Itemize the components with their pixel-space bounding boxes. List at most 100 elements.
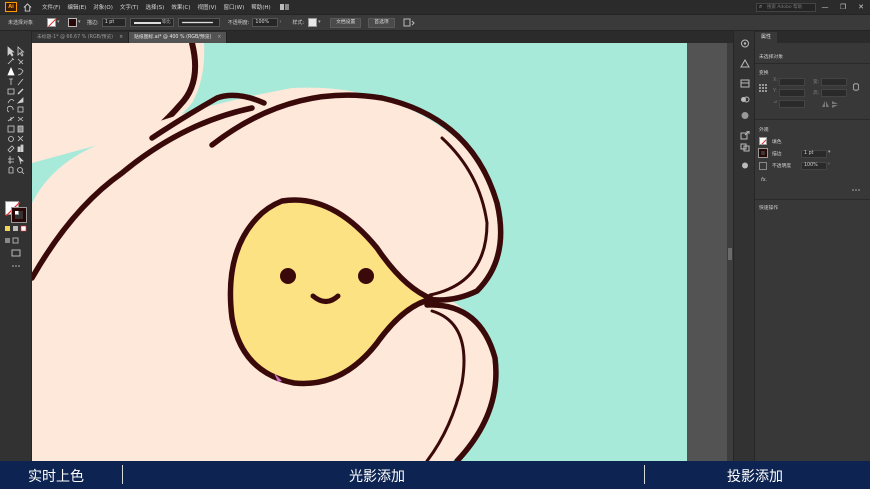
tab-untitled-1[interactable]: 未标题-1* @ 66.67 % (RGB/预览) × xyxy=(32,32,130,43)
menu-edit[interactable]: 编辑(E) xyxy=(67,3,86,11)
close-window-button[interactable]: ✕ xyxy=(852,3,870,11)
flip-vertical-icon[interactable] xyxy=(831,100,839,108)
y-field[interactable] xyxy=(779,89,805,97)
caption-divider xyxy=(122,465,123,484)
brushes-panel-icon[interactable] xyxy=(740,95,750,104)
artboards-panel-icon[interactable] xyxy=(740,143,750,152)
stroke-label[interactable]: 描边: xyxy=(87,19,99,26)
layers-panel-icon[interactable] xyxy=(740,111,750,120)
home-icon[interactable] xyxy=(23,2,32,12)
canvas-area[interactable] xyxy=(32,43,733,461)
caption-drop-shadow: 投影添加 xyxy=(727,469,783,485)
menu-file[interactable]: 文件(F) xyxy=(42,3,60,11)
workspace-switcher-icon[interactable] xyxy=(279,3,291,11)
caption-live-paint: 实时上色 xyxy=(28,469,84,485)
width-label: 宽: xyxy=(813,80,820,85)
reference-point-icon[interactable] xyxy=(759,84,767,92)
color-panel-icon[interactable] xyxy=(740,39,750,48)
style-label: 样式: xyxy=(292,20,305,26)
x-label: X: xyxy=(773,78,778,83)
menu-window[interactable]: 窗口(W) xyxy=(224,3,245,11)
menu-object[interactable]: 对象(O) xyxy=(93,3,113,11)
menu-effect[interactable]: 效果(C) xyxy=(171,3,190,11)
chevron-right-icon[interactable]: › xyxy=(828,162,830,167)
fill-label: 填色 xyxy=(772,140,782,145)
panel-dock xyxy=(733,31,755,461)
width-field[interactable] xyxy=(821,78,847,86)
properties-panel-tabs: 属性 xyxy=(755,31,870,43)
more-tools-icon[interactable] xyxy=(12,263,20,269)
app-logo: Ai xyxy=(5,2,17,12)
stroke-weight-field-panel[interactable]: 1 pt xyxy=(801,150,827,158)
tab-sticker-icon-doc[interactable]: 贴纸图标.ai* @ 400 % (RGB/预览) × xyxy=(129,32,228,43)
menu-type[interactable]: 文字(T) xyxy=(120,3,139,11)
tab-label: 未标题-1* @ 66.67 % (RGB/预览) xyxy=(37,35,114,40)
swatches-panel-icon[interactable] xyxy=(740,59,750,68)
tool-icons-group[interactable] xyxy=(7,35,25,195)
fill-swatch[interactable] xyxy=(47,18,57,27)
stroke-color-box[interactable] xyxy=(11,207,27,223)
tab-label: 贴纸图标.ai* @ 400 % (RGB/预览) xyxy=(134,35,212,40)
stroke-swatch[interactable] xyxy=(68,18,78,27)
rotate-icon[interactable]: ⊿ xyxy=(773,100,777,105)
selection-status: 未选择对象 xyxy=(8,20,34,26)
transform-section-title: 变换 xyxy=(759,71,769,76)
right-eye xyxy=(358,268,374,284)
more-options-icon[interactable] xyxy=(852,186,860,194)
color-mode-icons[interactable] xyxy=(4,225,28,233)
appearance-panel-icon[interactable] xyxy=(740,161,750,170)
variable-width-profile-select[interactable]: 等比 xyxy=(129,18,174,27)
height-field[interactable] xyxy=(821,89,847,97)
close-tab-icon[interactable]: × xyxy=(217,35,221,40)
caption-divider xyxy=(644,465,645,484)
menu-bar: Ai 文件(F) 编辑(E) 对象(O) 文字(T) 选择(S) 效果(C) 视… xyxy=(0,0,870,14)
restore-button[interactable]: ❐ xyxy=(834,3,852,11)
stroke-swatch-panel[interactable] xyxy=(758,148,768,158)
opacity-field-panel[interactable]: 100% xyxy=(801,162,827,170)
export-panel-icon[interactable] xyxy=(740,131,750,140)
stroke-profile-label: 等比 xyxy=(161,20,171,25)
chevron-down-icon[interactable]: ▾ xyxy=(78,18,83,27)
menu-view[interactable]: 视图(V) xyxy=(197,3,216,11)
menu-select[interactable]: 选择(S) xyxy=(146,3,165,11)
help-search-input[interactable]: 搜索 Adobe 帮助 xyxy=(756,2,816,12)
none-swatch-icon xyxy=(761,139,766,144)
flip-horizontal-icon[interactable] xyxy=(821,100,829,108)
no-selection-label: 未选择对象 xyxy=(759,55,783,60)
y-label: Y: xyxy=(773,89,777,94)
scrollbar-thumb[interactable] xyxy=(728,248,732,260)
minimize-button[interactable]: — xyxy=(816,3,834,11)
fx-button[interactable]: fx. xyxy=(761,178,767,183)
opacity-label[interactable]: 不透明度: xyxy=(228,19,250,26)
appearance-section-title: 外观 xyxy=(759,128,769,133)
x-field[interactable] xyxy=(779,78,805,86)
stroke-weight-field[interactable]: 1 pt xyxy=(101,18,126,27)
left-eye xyxy=(280,268,296,284)
panel-divider xyxy=(755,119,870,120)
chevron-down-icon[interactable]: ▾ xyxy=(828,150,830,155)
libraries-panel-icon[interactable] xyxy=(740,79,750,88)
chevron-down-icon[interactable]: ▾ xyxy=(318,18,323,27)
rotate-field[interactable] xyxy=(779,100,805,108)
control-bar: 未选择对象 ▾ ▾ 描边: 1 pt 等比 不透明度: 100% › 样式: ▾… xyxy=(0,14,870,31)
preferences-button[interactable]: 首选项 xyxy=(368,17,395,28)
tab-properties[interactable]: 属性 xyxy=(755,32,778,43)
chevron-down-icon[interactable]: ▾ xyxy=(57,18,62,27)
stroke-label-panel[interactable]: 描边 xyxy=(772,150,782,157)
artboard-illustration[interactable] xyxy=(32,43,733,461)
graphic-style-swatch[interactable] xyxy=(308,18,318,27)
illustrator-window: Ai 文件(F) 编辑(E) 对象(O) 文字(T) 选择(S) 效果(C) 视… xyxy=(0,0,870,489)
fill-swatch-panel[interactable] xyxy=(759,137,767,145)
close-tab-icon[interactable]: × xyxy=(119,35,123,40)
menu-help[interactable]: 帮助(H) xyxy=(251,3,270,11)
constrain-proportions-icon[interactable] xyxy=(852,83,860,91)
arrange-documents-icon[interactable] xyxy=(403,18,415,27)
opacity-field[interactable]: 100% xyxy=(252,18,279,27)
brush-definition-select[interactable] xyxy=(177,18,220,27)
chevron-right-icon[interactable]: › xyxy=(279,18,284,27)
opacity-label-panel[interactable]: 不透明度 xyxy=(772,162,791,169)
screen-mode-icon[interactable] xyxy=(11,249,21,258)
draw-mode-icons[interactable] xyxy=(4,237,28,245)
document-tabs: 未标题-1* @ 66.67 % (RGB/预览) × 贴纸图标.ai* @ 40… xyxy=(32,31,733,43)
document-setup-button[interactable]: 文档设置 xyxy=(330,17,362,28)
